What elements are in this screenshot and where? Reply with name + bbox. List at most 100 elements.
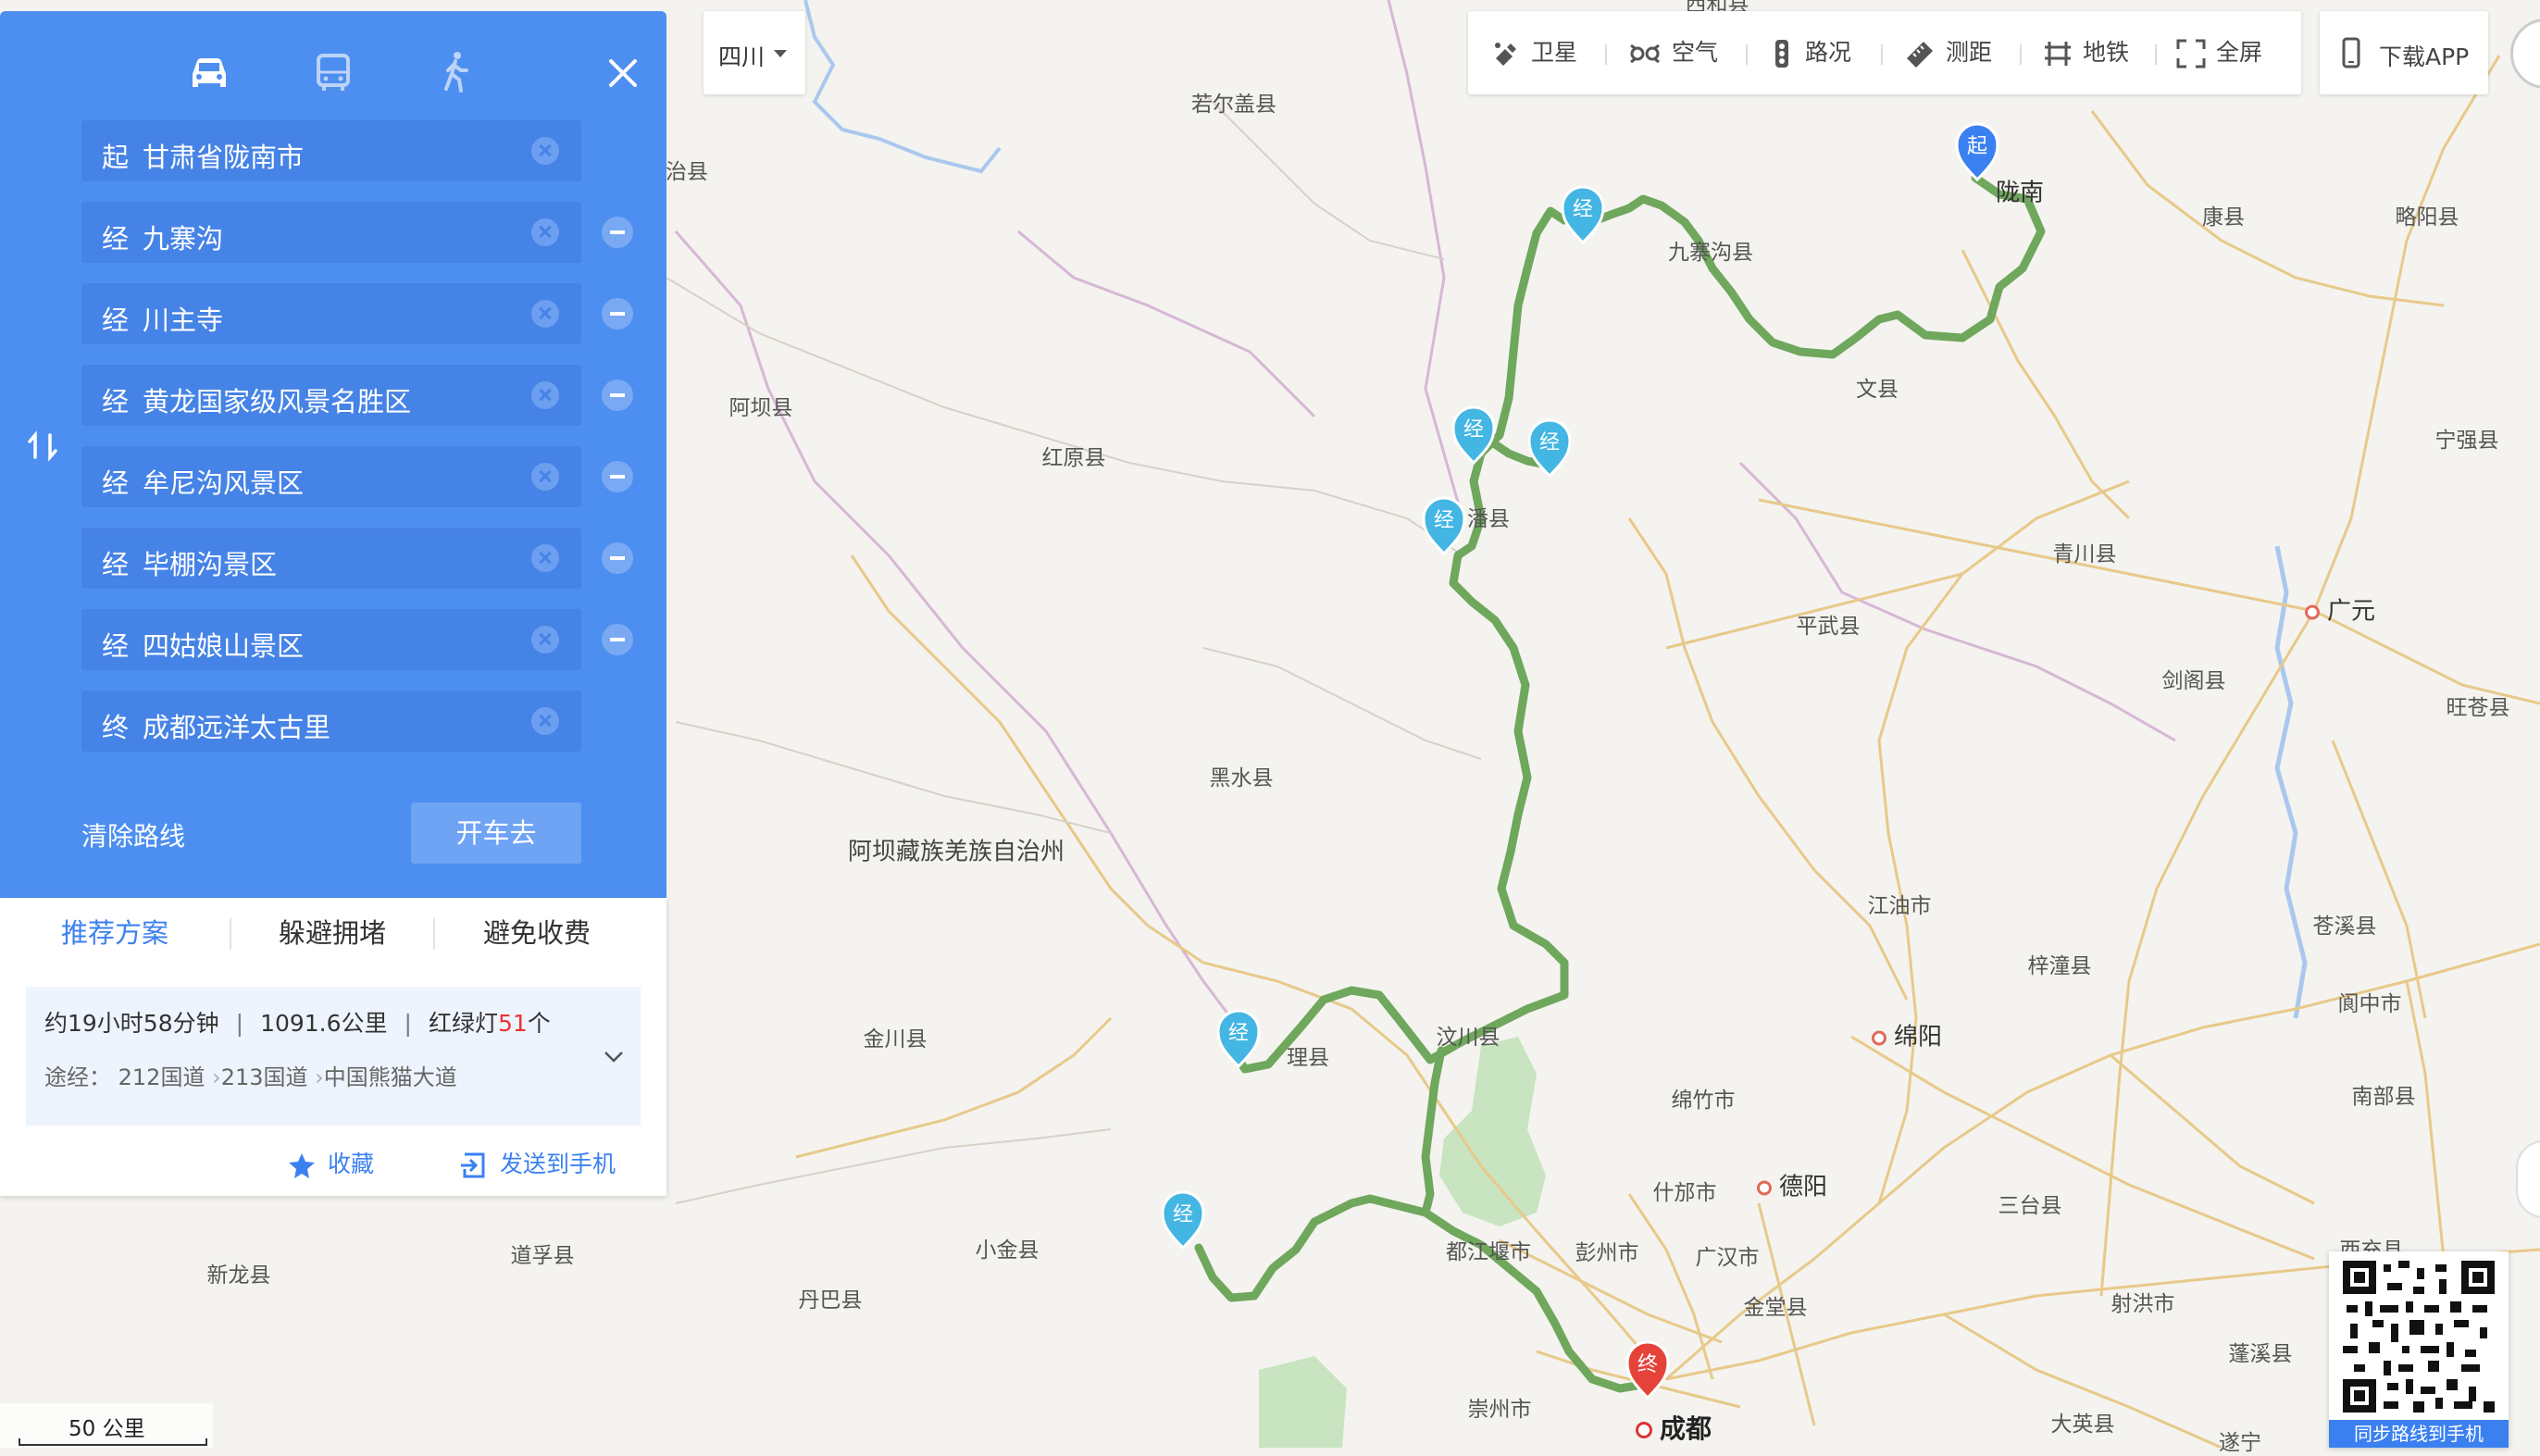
drive-button[interactable]: 开车去 bbox=[411, 803, 581, 864]
chevron-right-icon: › bbox=[315, 1064, 324, 1090]
via-marker[interactable]: 经 bbox=[1422, 496, 1466, 556]
stop-name: 甘肃省陇南市 bbox=[143, 142, 305, 173]
svg-text:经: 经 bbox=[1434, 509, 1454, 532]
measure-button[interactable]: 测距 bbox=[1903, 11, 1992, 94]
stop-name: 川主寺 bbox=[143, 305, 224, 336]
route-panel: 起甘肃省陇南市经九寨沟经川主寺经黄龙国家级风景名胜区经牟尼沟风景区经毕棚沟景区经… bbox=[0, 11, 666, 898]
traffic-button[interactable]: 路况 bbox=[1768, 11, 1851, 94]
scale-label: 50 公里 bbox=[68, 1417, 145, 1441]
download-app-button[interactable]: 下载APP bbox=[2320, 11, 2488, 94]
clear-icon[interactable] bbox=[531, 544, 559, 572]
start-stop-field[interactable]: 起甘肃省陇南市 bbox=[81, 120, 581, 181]
via-label: 途经： bbox=[44, 1064, 111, 1090]
clear-icon[interactable] bbox=[531, 707, 559, 735]
swap-icon[interactable] bbox=[26, 429, 59, 463]
tab-recommended[interactable]: 推荐方案 bbox=[0, 898, 230, 968]
fullscreen-icon bbox=[2176, 39, 2206, 68]
svg-text:经: 经 bbox=[1573, 198, 1593, 221]
lights-label: 红绿灯 bbox=[428, 1010, 498, 1037]
ruler-icon bbox=[1907, 42, 1933, 68]
star-icon bbox=[289, 1153, 315, 1178]
via-road: 中国熊猫大道 bbox=[323, 1064, 457, 1090]
toolbar-divider bbox=[2020, 44, 2022, 65]
remove-waypoint-icon[interactable] bbox=[602, 380, 633, 411]
svg-text:经: 经 bbox=[1539, 431, 1560, 454]
clear-route-button[interactable]: 清除路线 bbox=[81, 816, 185, 853]
air-label: 空气 bbox=[1672, 39, 1719, 66]
download-app-label: 下载APP bbox=[2379, 44, 2470, 70]
clear-icon[interactable] bbox=[531, 381, 559, 409]
via-marker[interactable]: 经 bbox=[1451, 405, 1496, 466]
waypoint-field[interactable]: 经毕棚沟景区 bbox=[81, 528, 581, 589]
satellite-button[interactable]: 卫星 bbox=[1490, 11, 1577, 94]
via-marker[interactable]: 经 bbox=[1527, 418, 1572, 479]
metro-button[interactable]: 地铁 bbox=[2042, 11, 2129, 94]
favorite-button[interactable]: 收藏 bbox=[287, 1146, 374, 1180]
fullscreen-label: 全屏 bbox=[2216, 39, 2263, 66]
remove-waypoint-icon[interactable] bbox=[602, 461, 633, 492]
stop-name: 黄龙国家级风景名胜区 bbox=[143, 386, 412, 417]
stop-name: 四姑娘山景区 bbox=[143, 630, 305, 662]
stop-name: 九寨沟 bbox=[143, 223, 224, 255]
stop-tag: 经 bbox=[102, 467, 130, 499]
clear-icon[interactable] bbox=[531, 300, 559, 328]
region-label: 四川 bbox=[718, 44, 766, 70]
chevron-right-icon: › bbox=[212, 1064, 221, 1090]
car-icon[interactable] bbox=[183, 46, 235, 98]
start-marker[interactable]: 起 bbox=[1955, 122, 1999, 182]
waypoint-field[interactable]: 经黄龙国家级风景名胜区 bbox=[81, 365, 581, 426]
tab-avoid-congestion[interactable]: 躲避拥堵 bbox=[231, 898, 433, 968]
stop-tag: 经 bbox=[102, 305, 130, 336]
stop-tag: 经 bbox=[102, 549, 130, 580]
clear-icon[interactable] bbox=[531, 137, 559, 165]
end-stop-field[interactable]: 终成都远洋太古里 bbox=[81, 691, 581, 752]
clear-icon[interactable] bbox=[531, 218, 559, 246]
route-result-card: 推荐方案 躲避拥堵 避免收费 约19小时58分钟 | 1091.6公里 | 红绿灯51个… bbox=[0, 898, 666, 1196]
send-to-phone-button[interactable]: 发送到手机 bbox=[459, 1146, 616, 1180]
walk-icon[interactable] bbox=[430, 46, 481, 98]
scale-line bbox=[19, 1438, 207, 1446]
svg-text:经: 经 bbox=[1228, 1022, 1249, 1045]
qr-code-icon bbox=[2343, 1261, 2495, 1412]
via-marker[interactable]: 经 bbox=[1216, 1009, 1261, 1069]
via-marker[interactable]: 经 bbox=[1561, 185, 1605, 245]
end-marker[interactable]: 终 bbox=[1625, 1340, 1670, 1400]
map-toolbar: 卫星 空气 路况 测距 地铁 全屏 bbox=[1468, 11, 2301, 94]
stop-name: 毕棚沟景区 bbox=[143, 549, 278, 580]
close-icon[interactable] bbox=[600, 50, 646, 96]
via-marker[interactable]: 经 bbox=[1161, 1190, 1205, 1251]
stop-tag: 终 bbox=[102, 712, 130, 743]
lights-unit: 个 bbox=[527, 1010, 551, 1037]
duration: 约19小时58分钟 bbox=[44, 1010, 219, 1037]
air-icon bbox=[1630, 44, 1660, 64]
send-icon bbox=[461, 1152, 485, 1178]
route-summary[interactable]: 约19小时58分钟 | 1091.6公里 | 红绿灯51个 途经： 212国道 ›213… bbox=[26, 987, 641, 1126]
fullscreen-button[interactable]: 全屏 bbox=[2175, 11, 2262, 94]
qr-code-card[interactable]: 同步路线到手机 bbox=[2329, 1251, 2509, 1448]
stop-tag: 经 bbox=[102, 223, 130, 255]
remove-waypoint-icon[interactable] bbox=[602, 217, 633, 248]
chevron-down-icon[interactable] bbox=[600, 1042, 628, 1070]
svg-text:起: 起 bbox=[1967, 135, 1987, 158]
stop-name: 牟尼沟风景区 bbox=[143, 467, 305, 499]
bus-icon[interactable] bbox=[307, 46, 359, 98]
traffic-icon bbox=[1775, 40, 1788, 68]
waypoint-field[interactable]: 经牟尼沟风景区 bbox=[81, 446, 581, 507]
remove-waypoint-icon[interactable] bbox=[602, 542, 633, 574]
air-button[interactable]: 空气 bbox=[1627, 11, 1718, 94]
toolbar-divider bbox=[1881, 44, 1883, 65]
remove-waypoint-icon[interactable] bbox=[602, 624, 633, 655]
clear-icon[interactable] bbox=[531, 626, 559, 653]
waypoint-field[interactable]: 经四姑娘山景区 bbox=[81, 609, 581, 670]
remove-waypoint-icon[interactable] bbox=[602, 298, 633, 330]
region-select[interactable]: 四川 bbox=[703, 11, 805, 94]
phone-icon bbox=[2342, 37, 2360, 68]
qr-caption: 同步路线到手机 bbox=[2329, 1420, 2509, 1448]
satellite-label: 卫星 bbox=[1531, 39, 1578, 66]
waypoint-field[interactable]: 经川主寺 bbox=[81, 283, 581, 344]
tab-avoid-tolls[interactable]: 避免收费 bbox=[435, 898, 639, 968]
waypoint-field[interactable]: 经九寨沟 bbox=[81, 202, 581, 263]
favorite-label: 收藏 bbox=[328, 1151, 375, 1177]
lights-count: 51 bbox=[498, 1010, 528, 1037]
clear-icon[interactable] bbox=[531, 463, 559, 491]
